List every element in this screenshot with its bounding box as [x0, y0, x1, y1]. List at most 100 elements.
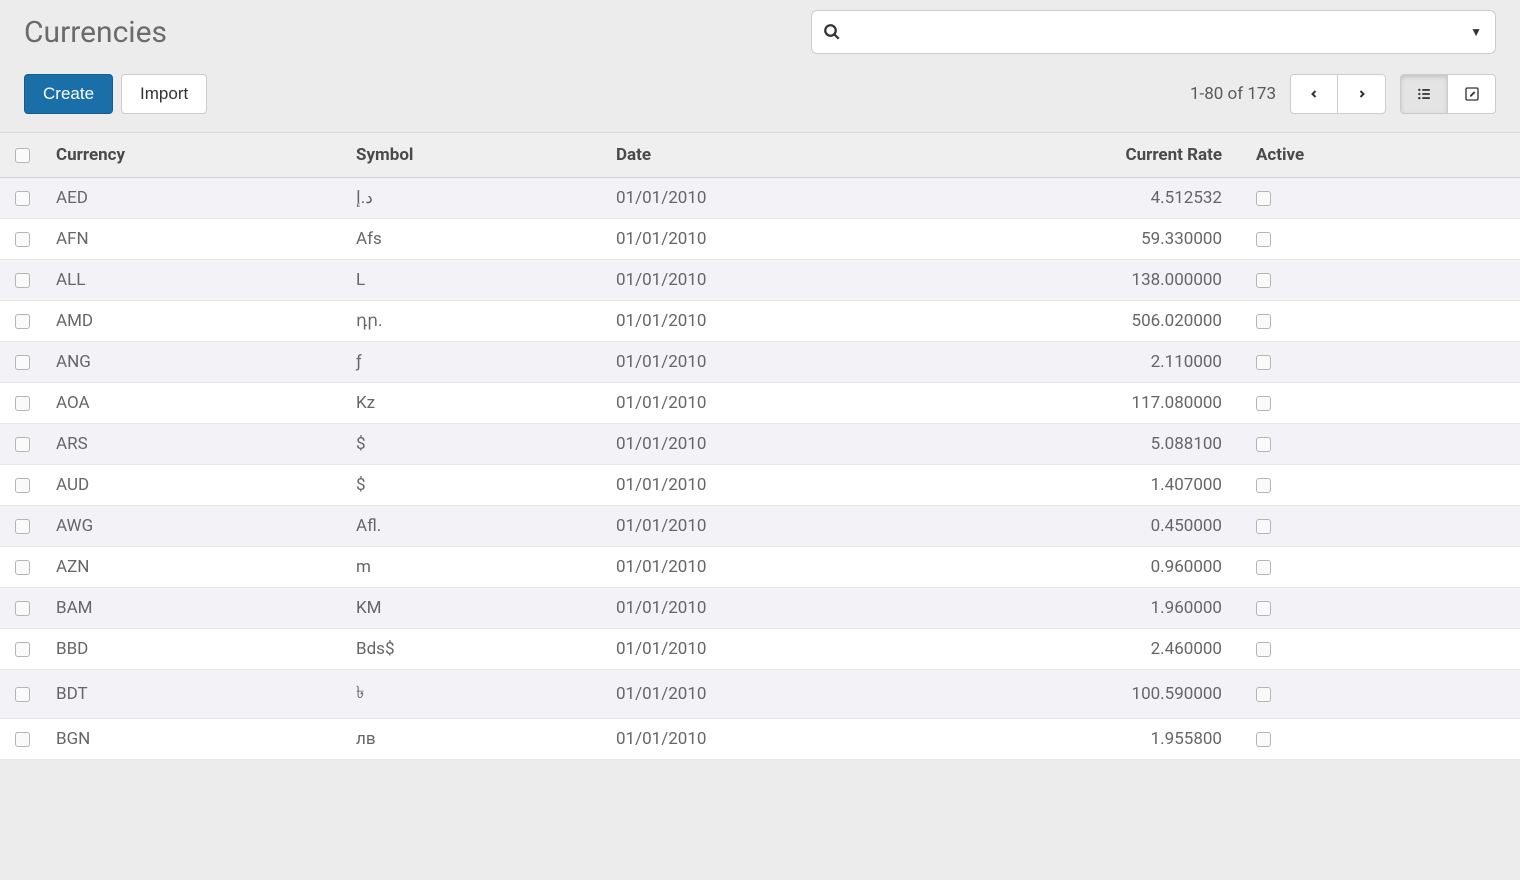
select-all-header[interactable]	[0, 133, 44, 178]
row-checkbox[interactable]	[15, 314, 30, 329]
row-checkbox[interactable]	[15, 355, 30, 370]
cell-symbol: Afs	[344, 219, 604, 260]
table-row[interactable]: ANGƒ01/01/20102.110000	[0, 342, 1520, 383]
col-header-rate[interactable]: Current Rate	[884, 133, 1244, 178]
table-row[interactable]: AOAKz01/01/2010117.080000	[0, 383, 1520, 424]
row-checkbox[interactable]	[15, 232, 30, 247]
header-area: Currencies ▼ Create Import 1-80 of 173	[0, 0, 1520, 114]
active-checkbox[interactable]	[1256, 355, 1271, 370]
cell-symbol: ৳	[344, 670, 604, 719]
create-button[interactable]: Create	[24, 74, 113, 114]
cell-date: 01/01/2010	[604, 260, 884, 301]
row-checkbox[interactable]	[15, 273, 30, 288]
cell-rate: 59.330000	[884, 219, 1244, 260]
search-input[interactable]	[811, 10, 1496, 54]
cell-symbol: Afl.	[344, 506, 604, 547]
row-select-cell[interactable]	[0, 719, 44, 760]
row-checkbox[interactable]	[15, 519, 30, 534]
pager-buttons	[1290, 74, 1386, 114]
import-button[interactable]: Import	[121, 74, 207, 114]
row-checkbox[interactable]	[15, 687, 30, 702]
row-checkbox[interactable]	[15, 478, 30, 493]
active-checkbox[interactable]	[1256, 232, 1271, 247]
cell-currency: BGN	[44, 719, 344, 760]
table-row[interactable]: BBDBds$01/01/20102.460000	[0, 629, 1520, 670]
chevron-right-icon	[1356, 86, 1368, 102]
cell-symbol: ƒ	[344, 342, 604, 383]
select-all-checkbox[interactable]	[15, 148, 30, 163]
row-checkbox[interactable]	[15, 191, 30, 206]
table-row[interactable]: BAMKM01/01/20101.960000	[0, 588, 1520, 629]
row-select-cell[interactable]	[0, 547, 44, 588]
cell-date: 01/01/2010	[604, 547, 884, 588]
row-select-cell[interactable]	[0, 260, 44, 301]
list-view-button[interactable]	[1400, 74, 1448, 114]
row-select-cell[interactable]	[0, 670, 44, 719]
cell-rate: 1.955800	[884, 719, 1244, 760]
row-select-cell[interactable]	[0, 301, 44, 342]
row-select-cell[interactable]	[0, 465, 44, 506]
row-select-cell[interactable]	[0, 588, 44, 629]
row-checkbox[interactable]	[15, 396, 30, 411]
cell-date: 01/01/2010	[604, 424, 884, 465]
row-select-cell[interactable]	[0, 629, 44, 670]
table-row[interactable]: AFNAfs01/01/201059.330000	[0, 219, 1520, 260]
cell-date: 01/01/2010	[604, 383, 884, 424]
active-checkbox[interactable]	[1256, 642, 1271, 657]
table-row[interactable]: AUD$01/01/20101.407000	[0, 465, 1520, 506]
cell-symbol: Kz	[344, 383, 604, 424]
active-checkbox[interactable]	[1256, 273, 1271, 288]
cell-date: 01/01/2010	[604, 178, 884, 219]
form-view-button[interactable]	[1448, 74, 1496, 114]
table-row[interactable]: ARS$01/01/20105.088100	[0, 424, 1520, 465]
row-checkbox[interactable]	[15, 437, 30, 452]
col-header-symbol[interactable]: Symbol	[344, 133, 604, 178]
row-select-cell[interactable]	[0, 506, 44, 547]
cell-rate: 5.088100	[884, 424, 1244, 465]
search-container: ▼	[811, 10, 1496, 54]
table-row[interactable]: AZNm01/01/20100.960000	[0, 547, 1520, 588]
table-row[interactable]: BGNлв01/01/20101.955800	[0, 719, 1520, 760]
col-header-active[interactable]: Active	[1244, 133, 1520, 178]
chevron-left-icon	[1308, 86, 1320, 102]
row-checkbox[interactable]	[15, 642, 30, 657]
prev-page-button[interactable]	[1290, 74, 1338, 114]
col-header-currency[interactable]: Currency	[44, 133, 344, 178]
cell-symbol: Bds$	[344, 629, 604, 670]
row-checkbox[interactable]	[15, 732, 30, 747]
active-checkbox[interactable]	[1256, 478, 1271, 493]
row-select-cell[interactable]	[0, 342, 44, 383]
table-row[interactable]: AEDد.إ01/01/20104.512532	[0, 178, 1520, 219]
table-row[interactable]: AMDդր.01/01/2010506.020000	[0, 301, 1520, 342]
cell-currency: BBD	[44, 629, 344, 670]
active-checkbox[interactable]	[1256, 396, 1271, 411]
active-checkbox[interactable]	[1256, 191, 1271, 206]
row-select-cell[interactable]	[0, 424, 44, 465]
cell-symbol: лв	[344, 719, 604, 760]
active-checkbox[interactable]	[1256, 437, 1271, 452]
controls-row: Create Import 1-80 of 173	[24, 74, 1496, 114]
active-checkbox[interactable]	[1256, 314, 1271, 329]
active-checkbox[interactable]	[1256, 732, 1271, 747]
active-checkbox[interactable]	[1256, 687, 1271, 702]
active-checkbox[interactable]	[1256, 519, 1271, 534]
active-checkbox[interactable]	[1256, 560, 1271, 575]
row-select-cell[interactable]	[0, 383, 44, 424]
cell-rate: 2.460000	[884, 629, 1244, 670]
col-header-date[interactable]: Date	[604, 133, 884, 178]
row-checkbox[interactable]	[15, 601, 30, 616]
active-checkbox[interactable]	[1256, 601, 1271, 616]
row-checkbox[interactable]	[15, 560, 30, 575]
next-page-button[interactable]	[1338, 74, 1386, 114]
caret-down-icon[interactable]: ▼	[1470, 25, 1482, 39]
table-row[interactable]: BDT৳01/01/2010100.590000	[0, 670, 1520, 719]
cell-date: 01/01/2010	[604, 301, 884, 342]
table-row[interactable]: ALLL01/01/2010138.000000	[0, 260, 1520, 301]
row-select-cell[interactable]	[0, 219, 44, 260]
cell-symbol: KM	[344, 588, 604, 629]
table-row[interactable]: AWGAfl.01/01/20100.450000	[0, 506, 1520, 547]
row-select-cell[interactable]	[0, 178, 44, 219]
cell-currency: BDT	[44, 670, 344, 719]
view-switcher	[1400, 74, 1496, 114]
cell-currency: ANG	[44, 342, 344, 383]
